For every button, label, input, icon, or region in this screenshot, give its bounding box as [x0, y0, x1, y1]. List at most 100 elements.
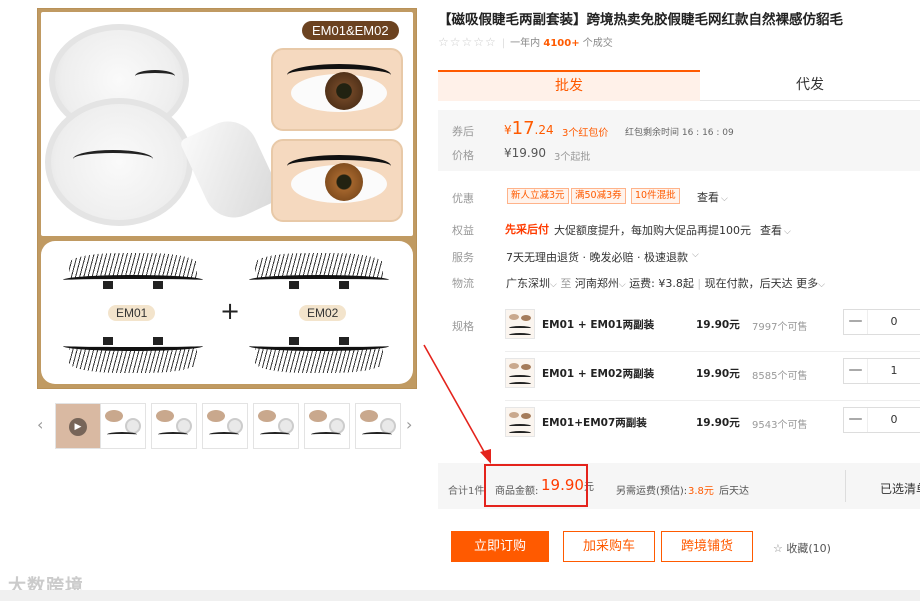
sku-name: EM01 + EM01两副装 [542, 319, 655, 331]
tab-dropship[interactable]: 代发 [700, 70, 920, 101]
page-footer-strip [0, 590, 920, 601]
logistics-label: 物流 [452, 277, 474, 290]
thumbnail[interactable] [304, 403, 350, 449]
min-order: 3个起批 [554, 152, 591, 163]
magnet-dot [153, 281, 163, 289]
thumb-eye [509, 314, 519, 320]
thumb-lash [107, 432, 137, 437]
quantity-stepper[interactable]: — 1 [843, 358, 920, 384]
chevron-down-icon: ⌵ [818, 280, 825, 290]
selected-list-link[interactable]: 已选清单 [880, 480, 920, 497]
magnet-dot [103, 281, 113, 289]
thumb-next-icon[interactable]: › [406, 415, 412, 434]
chevron-down-icon: ⌵ [784, 227, 791, 237]
promo-view-link[interactable]: 查看 ⌵ [697, 189, 728, 205]
quantity-value[interactable]: 0 [874, 408, 914, 432]
thumb-lash [509, 375, 531, 379]
thumbnail[interactable] [151, 403, 197, 449]
cross-border-listing-button[interactable]: 跨境铺货 [661, 531, 753, 562]
sku-stock: 7997个可售 [752, 322, 808, 333]
lash-band [249, 341, 389, 351]
sku-price: 19.90元 [696, 319, 740, 331]
sku-thumbnail[interactable] [505, 358, 535, 388]
plus-icon: + [220, 297, 241, 325]
sold-count: 4100+ [543, 38, 580, 49]
thumbnail[interactable] [100, 403, 146, 449]
thumbnail-video[interactable]: ▶ [55, 403, 101, 449]
ship-to[interactable]: 河南郑州 [575, 277, 619, 290]
sku-label: 规格 [452, 320, 474, 333]
thumb-lash [311, 432, 341, 437]
thumb-lash [158, 432, 188, 437]
to-word: 至 [560, 277, 572, 290]
thumbnail[interactable] [355, 403, 401, 449]
ship-from[interactable]: 广东深圳 [506, 277, 550, 290]
thumbnail[interactable] [202, 403, 248, 449]
thumbnail-strip: ‹ ▶ › [37, 403, 417, 449]
thumbnail[interactable] [253, 403, 299, 449]
minus-button[interactable]: — [844, 359, 868, 383]
lash-icon [73, 150, 153, 168]
coupon-spend[interactable]: 满50减3券 [571, 188, 626, 204]
thumb-eye [258, 410, 276, 422]
thumb-lash [209, 432, 239, 437]
quantity-value[interactable]: 1 [874, 359, 914, 383]
original-price: ¥19.90 [504, 146, 546, 160]
coupon-new-user[interactable]: 新人立减3元 [507, 188, 569, 204]
thumb-prev-icon[interactable]: ‹ [37, 415, 43, 434]
sku-thumbnail[interactable] [505, 407, 535, 437]
magnet-dot [103, 337, 113, 345]
eye-photo-1 [271, 48, 403, 131]
sku-stock: 8585个可售 [752, 371, 808, 382]
lash-icon [135, 70, 175, 82]
applicator-image [179, 111, 283, 228]
thumb-eye [207, 410, 225, 422]
rights-view-link[interactable]: 查看 ⌵ [760, 222, 791, 238]
lash-band [63, 341, 203, 351]
magnet-dot [289, 337, 299, 345]
lash-em02-top [249, 253, 389, 289]
currency-symbol: ¥ [504, 123, 512, 137]
minus-button[interactable]: — [844, 310, 868, 334]
red-packet-price: 3个红包价 [562, 128, 609, 139]
model-badge: EM01&EM02 [302, 21, 399, 40]
eye-photo-2 [271, 139, 403, 222]
amount-highlight-box [484, 464, 588, 507]
tab-wholesale[interactable]: 批发 [438, 70, 700, 101]
minus-button[interactable]: — [844, 408, 868, 432]
thumb-eye [509, 412, 519, 418]
favorite-button[interactable]: ☆ 收藏(10) [773, 540, 831, 556]
chevron-down-icon[interactable]: ⌵ [692, 250, 699, 260]
magnet-dot [153, 337, 163, 345]
pay-later-tag: 先采后付 [505, 223, 549, 236]
thumb-eye [156, 410, 174, 422]
quantity-stepper[interactable]: — 0 [843, 407, 920, 433]
star-icon: ☆ [773, 542, 783, 555]
sku-thumbnail[interactable] [505, 309, 535, 339]
product-title: 【磁吸假睫毛两副套装】跨境热卖免胶假睫毛网红款自然裸感仿貂毛 [438, 12, 843, 27]
buy-now-button[interactable]: 立即订购 [451, 531, 549, 562]
chevron-down-icon: ⌵ [618, 280, 626, 290]
eye-lashline [287, 155, 391, 177]
quantity-stepper[interactable]: — 0 [843, 309, 920, 335]
add-to-cart-button[interactable]: 加采购车 [563, 531, 655, 562]
lash-em01-bottom [63, 337, 203, 373]
coupon-mixed-batch[interactable]: 10件混批 [631, 188, 680, 204]
sku-price: 19.90元 [696, 417, 740, 429]
shipping-fee: 运费: ¥3.8起 [629, 277, 694, 290]
rights-text: 大促额度提升，每加购大促品再提100元 [554, 224, 751, 237]
price-label: 价格 [452, 149, 474, 162]
rights-label: 权益 [452, 224, 474, 237]
chevron-down-icon: ⌵ [721, 194, 728, 204]
main-product-image[interactable]: EM01&EM02 EM01 + EM02 [37, 8, 417, 389]
lash-em02-bottom [249, 337, 389, 373]
product-photo-bottom: EM01 + EM02 [41, 241, 413, 384]
rating-row: ☆☆☆☆☆ | 一年内 4100+ 个成交 [438, 35, 613, 49]
sku-row: EM01 + EM02两副装 19.90元 8585个可售 — 1 [505, 352, 920, 401]
thumb-lash [509, 333, 531, 337]
price-decimal: .24 [534, 123, 554, 137]
sku-price: 19.90元 [696, 368, 740, 380]
product-photo-top: EM01&EM02 [41, 12, 413, 236]
quantity-value[interactable]: 0 [874, 310, 914, 334]
logistics-more-link[interactable]: 更多 [796, 277, 818, 290]
